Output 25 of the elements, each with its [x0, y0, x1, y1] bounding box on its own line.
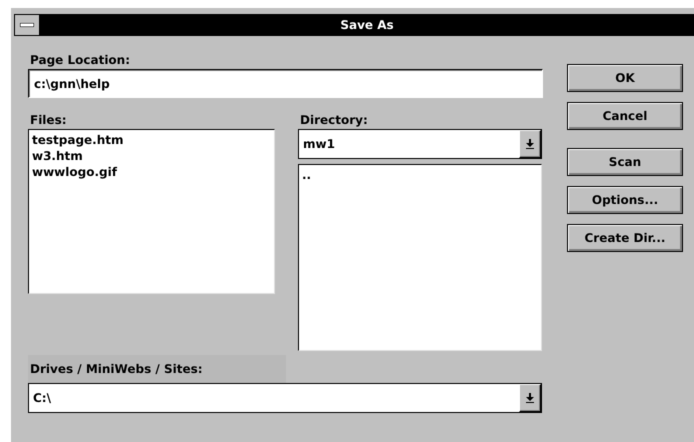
list-item[interactable]: testpage.htm [32, 132, 124, 148]
field-label: Drives / MiniWebs / Sites: [28, 355, 286, 383]
field-label: Page Location: [30, 52, 130, 69]
list-item[interactable]: .. [302, 167, 312, 183]
dialog-button[interactable]: Options... [567, 186, 683, 214]
dropdown-button[interactable] [519, 384, 541, 412]
field-label: Directory: [300, 112, 369, 129]
minus-icon [20, 23, 34, 27]
directory-dropdown[interactable]: mw1 [298, 129, 542, 159]
dialog-button[interactable]: Cancel [567, 102, 683, 130]
list-item[interactable]: w3.htm [32, 148, 83, 164]
down-arrow-icon [526, 139, 534, 149]
page-location-field[interactable]: c:\gnn\help [28, 69, 543, 98]
window-title: Save As [339, 18, 395, 32]
field-label: Files: [30, 112, 68, 129]
directory-list[interactable]: .. [298, 164, 542, 351]
down-arrow-icon [526, 393, 534, 403]
dropdown-button[interactable] [519, 130, 541, 158]
system-menu-button[interactable] [14, 14, 40, 36]
dialog-button[interactable]: Create Dir... [567, 224, 683, 252]
dialog-button[interactable]: OK [567, 64, 683, 92]
files-list[interactable]: testpage.htm w3.htm wwwlogo.gif [28, 129, 275, 294]
list-item[interactable]: wwwlogo.gif [32, 164, 117, 180]
dialog-button[interactable]: Scan [567, 148, 683, 176]
drives-dropdown[interactable]: C:\ [28, 383, 542, 413]
